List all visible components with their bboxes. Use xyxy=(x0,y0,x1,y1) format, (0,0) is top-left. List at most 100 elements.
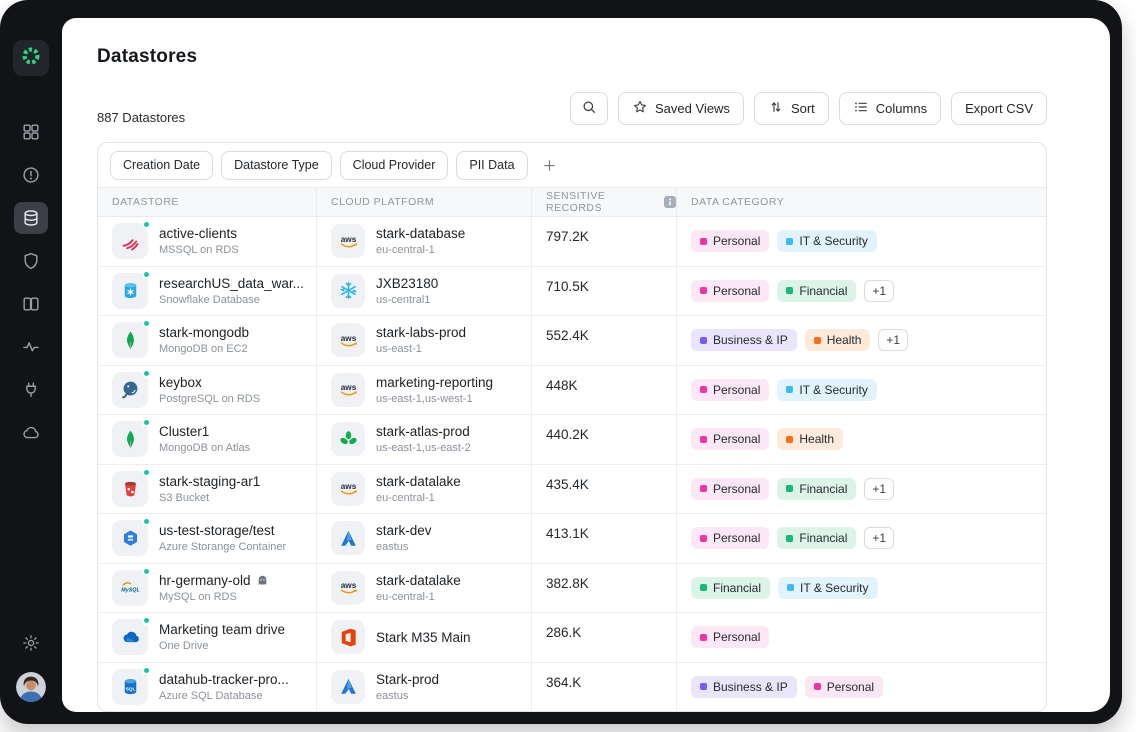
datastore-cell: researchUS_data_war...Snowflake Database xyxy=(98,267,316,316)
toolbar: Saved Views Sort Columns Export CSV xyxy=(97,92,1047,125)
snowflake-db-icon xyxy=(112,273,148,309)
status-dot xyxy=(142,270,151,279)
search-button[interactable] xyxy=(570,92,608,125)
more-categories-chip[interactable]: +1 xyxy=(864,478,894,500)
datastore-cell: stark-staging-ar1S3 Bucket xyxy=(98,465,316,514)
sidebar-item-activity[interactable] xyxy=(14,331,48,363)
badge-dot xyxy=(787,584,794,591)
datastore-name: hr-germany-old xyxy=(159,573,269,588)
sidebar-item-cloud[interactable] xyxy=(14,417,48,449)
badge-dot xyxy=(700,485,707,492)
status-dot xyxy=(142,468,151,477)
sort-label: Sort xyxy=(791,101,815,116)
sidebar-item-integrations[interactable] xyxy=(14,374,48,406)
settings-button[interactable] xyxy=(16,630,46,660)
filter-chip-creation-date[interactable]: Creation Date xyxy=(110,151,213,180)
category-badge-financial: Financial xyxy=(777,478,856,500)
app-logo[interactable] xyxy=(13,40,49,76)
aws-icon: aws xyxy=(331,373,365,407)
mssql-icon xyxy=(112,223,148,259)
data-category-cell: PersonalIT & Security xyxy=(676,217,1046,266)
sensitive-records-value: 286.K xyxy=(546,625,581,640)
data-category-cell: PersonalIT & Security xyxy=(676,366,1046,415)
cloud-platform-cell: awsstark-labs-produs-east-1 xyxy=(316,316,531,365)
column-header-label: Sensitive Records xyxy=(546,190,659,214)
table-row[interactable]: stark-mongodbMongoDB on EC2awsstark-labs… xyxy=(98,316,1046,366)
cloud-platform-cell: awsstark-datalakeeu-central-1 xyxy=(316,564,531,613)
cloud-platform-cell: JXB23180us-central1 xyxy=(316,267,531,316)
page-title: Datastores xyxy=(97,46,197,68)
add-filter-button[interactable] xyxy=(536,151,564,179)
table-row[interactable]: us-test-storage/testAzure Storange Conta… xyxy=(98,514,1046,564)
sidebar-item-dashboard[interactable] xyxy=(14,116,48,148)
platform-region: eu-central-1 xyxy=(376,591,461,603)
export-csv-button[interactable]: Export CSV xyxy=(951,92,1047,125)
datastore-type: MySQL on RDS xyxy=(159,591,269,603)
badge-dot xyxy=(700,337,707,344)
mongodb-atlas-icon xyxy=(331,422,365,456)
status-dot xyxy=(142,517,151,526)
badge-dot xyxy=(700,634,707,641)
table-row[interactable]: keyboxPostgreSQL on RDSawsmarketing-repo… xyxy=(98,366,1046,416)
badge-dot xyxy=(786,485,793,492)
export-csv-label: Export CSV xyxy=(965,101,1033,116)
table-row[interactable]: stark-staging-ar1S3 Bucketawsstark-datal… xyxy=(98,465,1046,515)
svg-text:aws: aws xyxy=(340,235,356,244)
datastore-type: MongoDB on Atlas xyxy=(159,442,250,454)
platform-region: us-east-1 xyxy=(376,343,466,355)
table-row[interactable]: researchUS_data_war...Snowflake Database… xyxy=(98,267,1046,317)
column-header-sensitive-records[interactable]: Sensitive Records xyxy=(531,188,676,216)
filter-chip-pii-data[interactable]: PII Data xyxy=(456,151,527,180)
svg-text:aws: aws xyxy=(340,482,356,491)
more-categories-chip[interactable]: +1 xyxy=(864,280,894,302)
cloud-platform-cell: stark-atlas-produs-east-1,us-east-2 xyxy=(316,415,531,464)
columns-button[interactable]: Columns xyxy=(839,92,941,125)
table-row[interactable]: Marketing team driveOne DriveStark M35 M… xyxy=(98,613,1046,663)
sensitive-records-cell: 286.K xyxy=(531,613,676,662)
platform-region: eastus xyxy=(376,541,432,553)
plug-icon xyxy=(21,380,41,400)
more-categories-chip[interactable]: +1 xyxy=(878,329,908,351)
sort-button[interactable]: Sort xyxy=(754,92,829,125)
column-header-data-category[interactable]: Data Category xyxy=(676,188,1046,216)
table-row[interactable]: active-clientsMSSQL on RDSawsstark-datab… xyxy=(98,217,1046,267)
datastore-name: active-clients xyxy=(159,226,239,241)
platform-name: Stark M35 Main xyxy=(376,630,471,645)
data-category-cell: PersonalHealth xyxy=(676,415,1046,464)
column-header-datastore[interactable]: Datastore xyxy=(98,188,316,216)
main-content: Datastores 887 Datastores Saved Views So… xyxy=(62,18,1110,712)
datastore-name: datahub-tracker-pro... xyxy=(159,672,289,687)
data-category-cell: Business & IPPersonal xyxy=(676,663,1046,712)
sidebar-item-catalog[interactable] xyxy=(14,288,48,320)
status-dot xyxy=(142,666,151,675)
sensitive-records-value: 710.5K xyxy=(546,279,589,294)
azure-storage-icon xyxy=(112,520,148,556)
filter-chip-datastore-type[interactable]: Datastore Type xyxy=(221,151,332,180)
table-row[interactable]: SQLdatahub-tracker-pro...Azure SQL Datab… xyxy=(98,663,1046,713)
saved-views-button[interactable]: Saved Views xyxy=(618,92,744,125)
datastores-table-card: Creation Date Datastore Type Cloud Provide… xyxy=(97,142,1047,712)
category-badge-it-security: IT & Security xyxy=(777,230,876,252)
sensitive-records-value: 364.K xyxy=(546,675,581,690)
platform-name: stark-labs-prod xyxy=(376,325,466,340)
filter-chip-cloud-provider[interactable]: Cloud Provider xyxy=(340,151,449,180)
table-row[interactable]: MySQLhr-germany-oldMySQL on RDSawsstark-… xyxy=(98,564,1046,614)
sidebar-item-datastores[interactable] xyxy=(14,202,48,234)
badge-dot xyxy=(700,683,707,690)
data-category-cell: Personal xyxy=(676,613,1046,662)
gear-logo-icon xyxy=(20,45,42,72)
user-avatar[interactable] xyxy=(16,672,46,702)
category-badge-financial: Financial xyxy=(777,280,856,302)
table-row[interactable]: Cluster1MongoDB on Atlasstark-atlas-prod… xyxy=(98,415,1046,465)
sensitive-records-value: 797.2K xyxy=(546,229,589,244)
badge-dot xyxy=(814,683,821,690)
datastore-type: MSSQL on RDS xyxy=(159,244,239,256)
office-icon xyxy=(331,620,365,654)
aws-icon: aws xyxy=(331,224,365,258)
more-categories-chip[interactable]: +1 xyxy=(864,527,894,549)
column-header-cloud-platform[interactable]: Cloud Platform xyxy=(316,188,531,216)
sidebar-item-alerts[interactable] xyxy=(14,159,48,191)
sidebar-item-security[interactable] xyxy=(14,245,48,277)
badge-dot xyxy=(786,287,793,294)
datastore-type: MongoDB on EC2 xyxy=(159,343,249,355)
